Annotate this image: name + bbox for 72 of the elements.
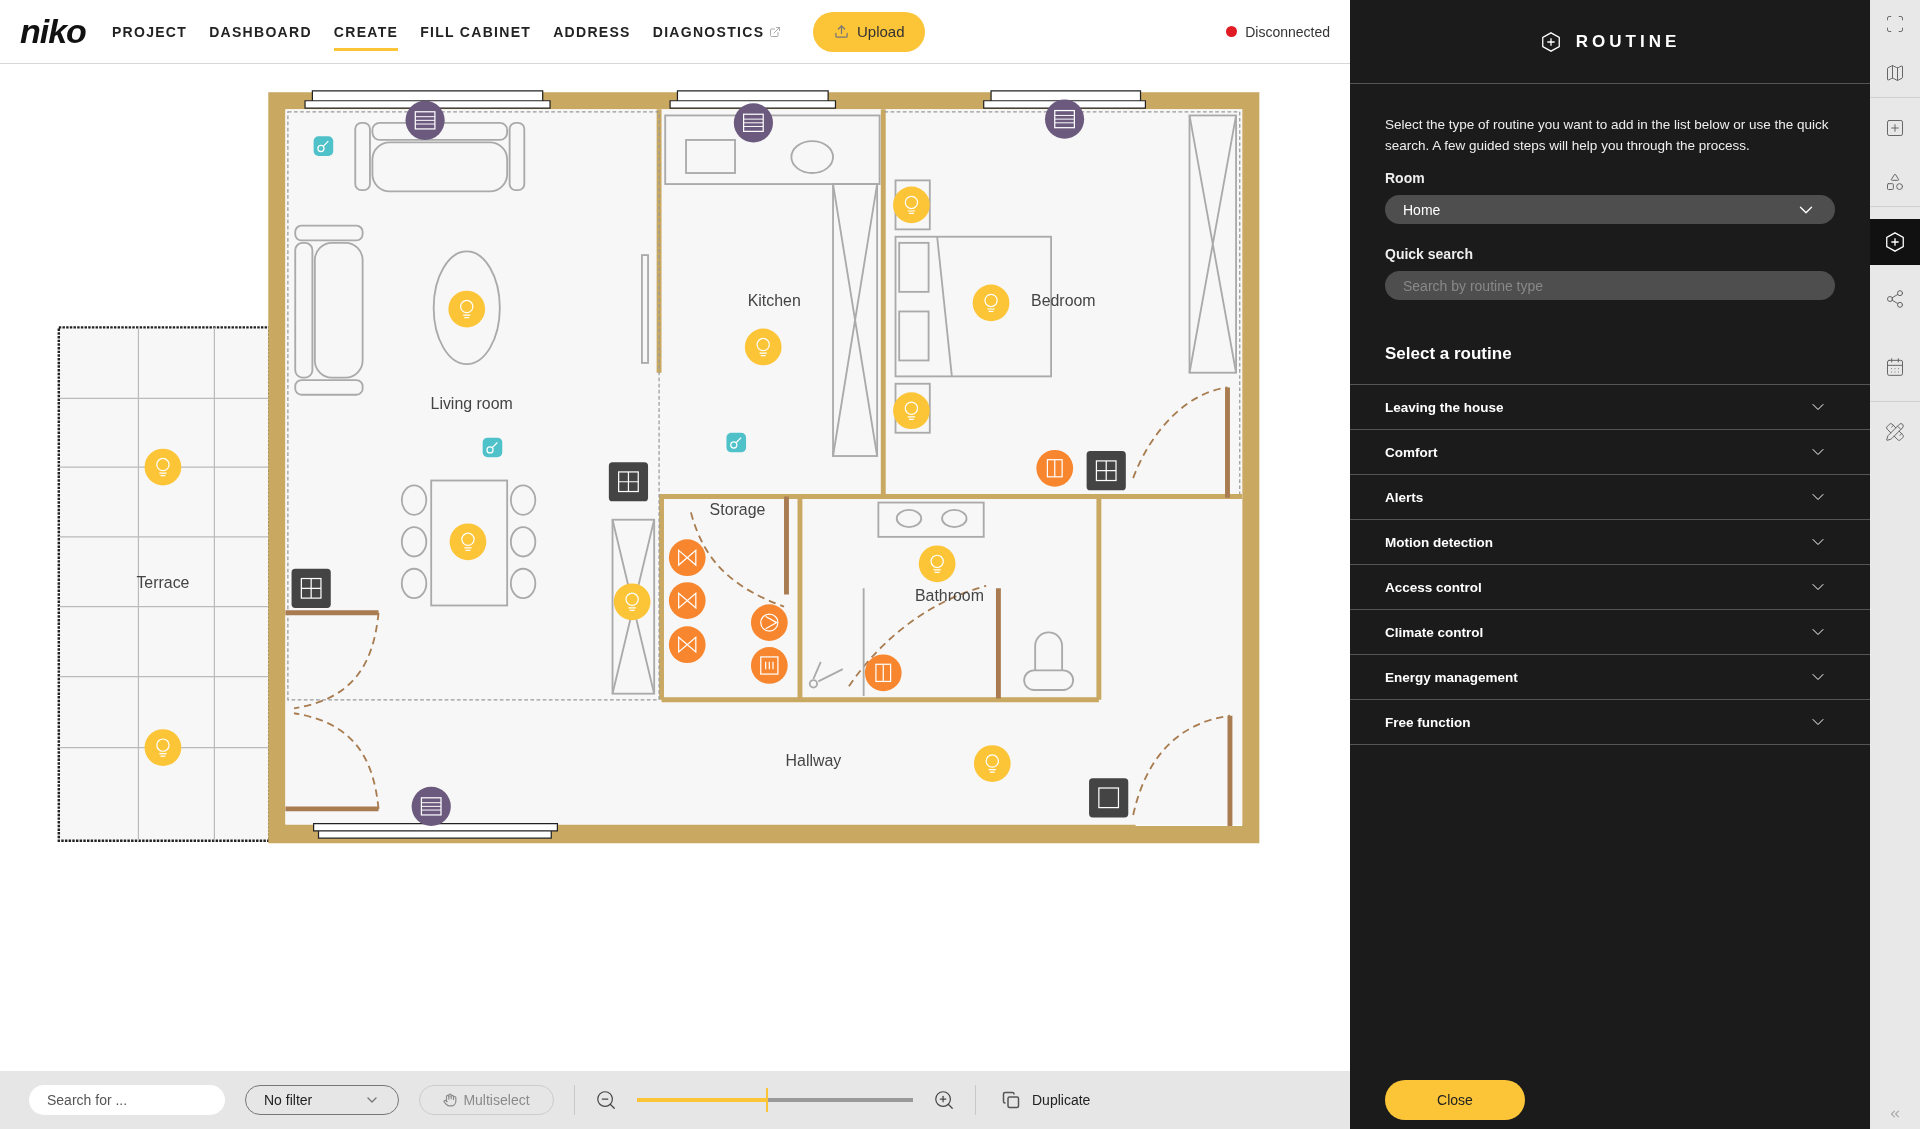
nav-tab[interactable]: CREATE (333, 12, 399, 51)
grid-panel-icon[interactable] (1086, 451, 1126, 491)
duplicate-button[interactable]: Duplicate (996, 1090, 1097, 1110)
device-marker-icon[interactable] (864, 654, 902, 692)
bulb-marker-icon[interactable] (613, 583, 651, 621)
section-title: Select a routine (1385, 344, 1513, 364)
copy-icon (1002, 1091, 1020, 1109)
bulb-marker-icon[interactable] (448, 290, 486, 328)
close-button[interactable]: Close (1385, 1080, 1525, 1120)
bulb-marker-icon[interactable] (449, 523, 487, 561)
pencil-ruler-icon (1885, 422, 1905, 442)
bulb-marker-icon[interactable] (744, 328, 782, 366)
collapse-icon[interactable] (1888, 1107, 1902, 1121)
nav-tab[interactable]: PROJECT (111, 12, 188, 51)
heater-marker-icon[interactable] (750, 647, 788, 684)
bulb-marker-icon[interactable] (144, 448, 182, 486)
panel-intro: Select the type of routine you want to add in the list below or use the quick search. A few guided steps will help you through the process. (1385, 116, 1830, 155)
blind-marker-icon[interactable] (405, 100, 445, 140)
room-label: Storage (709, 501, 766, 519)
external-link-icon (769, 25, 782, 38)
valve-marker-icon[interactable] (668, 582, 706, 619)
bulb-marker-icon[interactable] (973, 745, 1011, 782)
nav-tab[interactable]: ADDRESS (553, 12, 631, 51)
blind-marker-icon[interactable] (411, 786, 451, 826)
routine-hexagon-icon (1539, 30, 1562, 53)
niko-logo[interactable]: niko (20, 12, 86, 51)
grid-panel-icon[interactable] (291, 568, 331, 608)
bulb-marker-icon[interactable] (144, 729, 182, 766)
calendar-icon (1885, 356, 1905, 377)
zoom-in-icon[interactable] (933, 1089, 955, 1111)
room-dropdown[interactable]: Home (1385, 195, 1835, 224)
bulb-marker-icon[interactable] (893, 186, 930, 224)
fullscreen-icon (1885, 14, 1905, 34)
room-label: Living room (430, 394, 513, 412)
add-square-icon (1885, 117, 1905, 138)
bulb-marker-icon[interactable] (918, 545, 956, 583)
nodes-icon (1885, 288, 1905, 309)
room-label: Bathroom (914, 587, 984, 605)
bulb-marker-icon[interactable] (972, 284, 1010, 322)
room-label: Bedroom (1031, 291, 1096, 309)
zoom-out-icon[interactable] (595, 1089, 617, 1111)
nav-tab[interactable]: DIAGNOSTICS (652, 12, 782, 51)
blind-marker-icon[interactable] (1044, 99, 1085, 139)
valve-marker-icon[interactable] (668, 539, 706, 577)
nav-tab[interactable]: DASHBOARD (209, 12, 312, 51)
side-tool-button[interactable] (1870, 219, 1920, 265)
search-field[interactable]: Search for ... (29, 1085, 225, 1115)
panel-title: ROUTINE (1575, 31, 1681, 52)
room-label: Kitchen (747, 291, 801, 309)
valve-marker-icon[interactable] (668, 626, 706, 664)
grid-panel-icon[interactable] (608, 462, 649, 502)
blind-marker-icon[interactable] (733, 103, 773, 143)
map-icon (1885, 62, 1905, 83)
connection-status: Disconnected (1245, 23, 1330, 40)
upload-button[interactable]: Upload (813, 11, 926, 52)
floor-plan-canvas[interactable]: Living room Kitchen Bedroom Terrace Storage Bathroom Hallway (0, 64, 1350, 1071)
shapes-icon (1885, 171, 1905, 192)
quick-search-field[interactable]: Search by routine type (1385, 271, 1835, 300)
hand-icon (443, 1093, 458, 1107)
quick-search-label: Quick search (1385, 246, 1474, 262)
slider-thumb[interactable] (765, 1088, 768, 1112)
bulb-marker-icon[interactable] (893, 392, 930, 430)
device-marker-icon[interactable] (1036, 449, 1074, 487)
toilet-drawing (1023, 631, 1075, 691)
square-panel-icon[interactable] (1089, 778, 1129, 818)
room-label: Terrace (136, 573, 190, 591)
room-label: Room (1385, 170, 1426, 186)
routine-hexagon-icon (1884, 231, 1906, 253)
pump-marker-icon[interactable] (750, 604, 788, 641)
room-label: Hallway (785, 752, 842, 770)
upload-icon (834, 24, 849, 39)
nav-tab[interactable]: FILL CABINET (420, 12, 532, 51)
